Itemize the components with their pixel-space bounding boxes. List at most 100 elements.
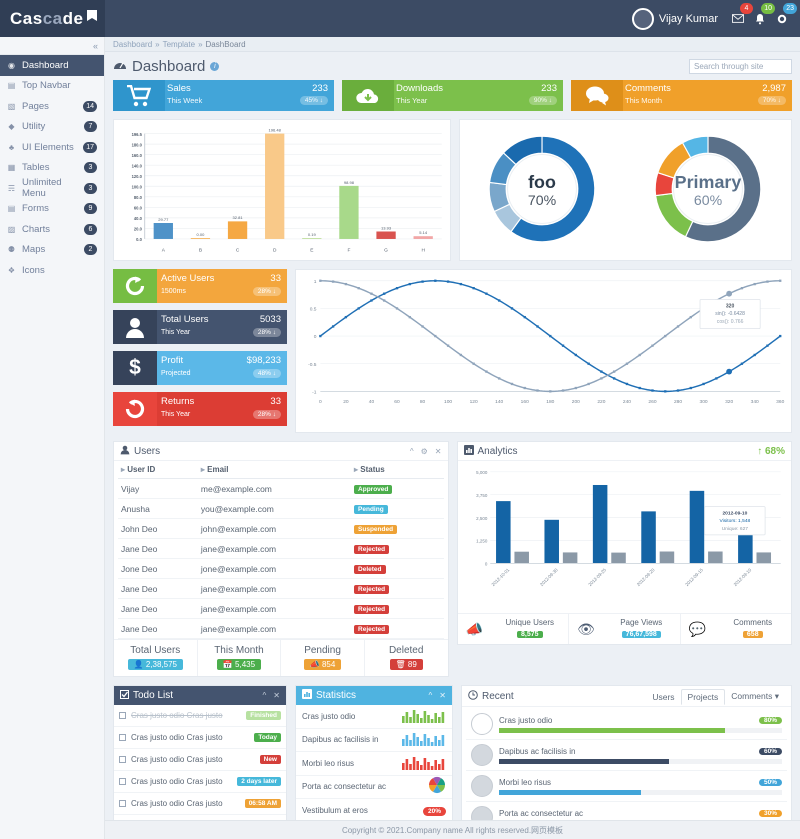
users-stat-total-users[interactable]: Total Users 👤 2,38,575: [114, 640, 198, 677]
close-icon[interactable]: ✕: [273, 691, 280, 700]
bell-icon[interactable]: 10: [749, 3, 775, 29]
breadcrumb-item-template[interactable]: Template: [163, 40, 195, 49]
table-row[interactable]: John Deo john@example.com Suspended: [118, 518, 444, 540]
comment-icon: 💬: [688, 620, 707, 637]
todo-checkbox[interactable]: [119, 712, 126, 720]
recent-item-label: Cras justo odio: [499, 715, 553, 725]
sidebar-item-tables[interactable]: ▦ Tables 3: [0, 158, 104, 179]
analytics-stat-comments[interactable]: 💬 Comments 658: [681, 614, 792, 644]
small-box-sales[interactable]: Sales 233 This Week 45% ↓: [113, 80, 334, 111]
statistics-item[interactable]: Vestibulum at eros 20%: [296, 799, 452, 820]
todo-item[interactable]: Cras justo odio Cras justo Finished: [114, 705, 286, 728]
todo-item[interactable]: Cras justo odio Cras justo 06:58 AM: [114, 793, 286, 816]
form-icon: ▤: [7, 204, 16, 214]
todo-item[interactable]: Cras justo odio Cras justo 2 days later: [114, 771, 286, 794]
table-row[interactable]: Jone Deo jone@example.com Deleted: [118, 558, 444, 580]
small-box-downloads[interactable]: Downloads 233 This Year 90% ↓: [342, 80, 563, 111]
svg-text:Unique: 627: Unique: 627: [721, 526, 748, 532]
info-box-total-users[interactable]: Total Users 5033 This Year 28% ↓: [113, 310, 287, 345]
cell-status: Rejected: [351, 598, 444, 620]
recent-item-percent: 80%: [758, 716, 782, 724]
search-input[interactable]: Search through site: [689, 58, 792, 74]
analytics-chart[interactable]: 0 1,250 2,500 3,750 5,000 2012-10-01 2012-09-3…: [461, 464, 789, 610]
info-box-active-users[interactable]: Active Users 33 1500ms 28% ↓: [113, 269, 287, 304]
close-icon[interactable]: ✕: [435, 447, 442, 456]
breadcrumb-item-dashboard[interactable]: Dashboard: [113, 40, 152, 49]
sidebar-item-forms[interactable]: ▤ Forms 9: [0, 199, 104, 220]
svg-text:70%: 70%: [528, 192, 557, 208]
collapse-icon[interactable]: ^: [263, 691, 267, 700]
sidebar-item-unlimited-menu[interactable]: ☴ Unlimited Menu 3: [0, 177, 104, 199]
tab-projects[interactable]: Projects: [680, 688, 726, 705]
users-panel: Users ^ ⚙ ✕ ▸ User ID ▸ Email ▸ Status Vij…: [113, 441, 449, 678]
table-col-email[interactable]: ▸ Email: [197, 461, 352, 480]
user-menu[interactable]: Vijay Kumar: [631, 7, 718, 30]
sidebar-item-icons[interactable]: ❖ Icons: [0, 260, 104, 281]
users-table: ▸ User ID ▸ Email ▸ Status Vijay me@example…: [118, 461, 444, 640]
donut-chart-foo[interactable]: foo70%: [476, 123, 608, 255]
brand-logo[interactable]: Cascade: [0, 0, 105, 37]
brand-part-2: ca: [42, 8, 63, 28]
sidebar-item-charts[interactable]: ▨ Charts 6: [0, 219, 104, 240]
recent-item-body: Dapibus ac facilisis in 60%: [499, 747, 782, 764]
list-item[interactable]: Morbi leo risus 50%: [466, 771, 787, 803]
small-box-title: Downloads: [396, 83, 443, 94]
tab-users[interactable]: Users: [646, 690, 680, 704]
statistics-item[interactable]: Porta ac consectetur ac: [296, 776, 452, 800]
close-icon[interactable]: ✕: [439, 691, 446, 700]
table-row[interactable]: Anusha you@example.com Pending: [118, 498, 444, 520]
analytics-stat-unique-users[interactable]: 📣 Unique Users 8,575: [458, 614, 569, 645]
statistics-item[interactable]: Dapibus ac facilisis in: [296, 729, 452, 753]
sidebar-item-maps[interactable]: ⚉ Maps 2: [0, 240, 104, 261]
sidebar-item-dashboard[interactable]: ◉ Dashboard: [0, 55, 104, 76]
statistics-item[interactable]: Morbi leo risus: [296, 752, 452, 776]
list-item[interactable]: Porta ac consectetur ac 30%: [466, 802, 787, 820]
todo-checkbox[interactable]: [119, 778, 126, 786]
list-item[interactable]: Dapibus ac facilisis in 60%: [466, 740, 787, 772]
users-panel-tools: ^ ⚙ ✕: [410, 447, 442, 456]
collapse-icon[interactable]: ^: [410, 447, 414, 456]
gear-icon[interactable]: 23: [771, 3, 797, 29]
info-box-pct: 28% ↓: [252, 328, 281, 338]
tab-comments[interactable]: Comments ▾: [725, 689, 785, 704]
gear-icon[interactable]: ⚙: [421, 447, 428, 456]
table-row[interactable]: Jane Deo jane@example.com Rejected: [118, 598, 444, 620]
users-stat-this-month[interactable]: This Month 📅 5,435: [198, 640, 282, 677]
statistics-item[interactable]: Cras justo odio: [296, 705, 452, 729]
sidebar-item-pages[interactable]: ▧ Pages 14: [0, 96, 104, 117]
users-stat-deleted[interactable]: Deleted 🗑 89: [365, 640, 448, 676]
list-item[interactable]: Cras justo odio 80%: [466, 709, 787, 741]
table-row[interactable]: Jane Deo jane@example.com Rejected: [118, 578, 444, 600]
users-stat-pending[interactable]: Pending 📣 854: [281, 640, 365, 677]
table-col-user-id[interactable]: ▸ User ID: [118, 461, 198, 480]
users-stat-title: Pending: [304, 645, 341, 657]
sin-cos-chart[interactable]: -1 -0.5 0 0.5 1 0 20 40 60 80 100 120 140 160 180 200 22…: [299, 273, 788, 409]
todo-checkbox[interactable]: [119, 756, 126, 764]
column-chart[interactable]: 0.0 20.0 40.0 60.0 80.0 100.0 120.0 140.0 160.0 1…: [116, 124, 448, 258]
table-row[interactable]: Jane Deo jane@example.com Rejected: [118, 618, 444, 640]
svg-text:F: F: [347, 247, 350, 253]
svg-text:E: E: [310, 247, 313, 253]
table-row[interactable]: Jane Deo jane@example.com Rejected: [118, 538, 444, 560]
donut-chart-primary[interactable]: Primary60%: [642, 123, 774, 255]
svg-text:2012-09-10: 2012-09-10: [722, 511, 747, 517]
sidebar-item-utility[interactable]: ◆ Utility 7: [0, 117, 104, 138]
envelope-icon[interactable]: 4: [727, 3, 753, 29]
info-box-returns[interactable]: Returns 33 This Year 28% ↓: [113, 392, 287, 427]
small-box-pct: 45% ↓: [299, 96, 328, 105]
table-row[interactable]: Vijay me@example.com Approved: [118, 478, 444, 500]
analytics-stat-page-views[interactable]: 👁 Page Views 76,67,598: [569, 614, 681, 645]
small-box-comments[interactable]: Comments 2,987 This Month 70% ↓: [571, 80, 792, 111]
sidebar-collapse-button[interactable]: «: [0, 37, 104, 55]
sidebar-item-top-navbar[interactable]: ▤ Top Navbar: [0, 76, 104, 97]
info-icon[interactable]: i: [210, 61, 220, 71]
small-box-value: 233: [541, 83, 557, 94]
collapse-icon[interactable]: ^: [429, 691, 433, 700]
todo-checkbox[interactable]: [119, 734, 126, 742]
info-box-profit[interactable]: $ Profit $98,233 Projected 48% ↓: [113, 351, 287, 386]
todo-item[interactable]: Cras justo odio Cras justo New: [114, 749, 286, 772]
table-col-status[interactable]: ▸ Status: [351, 461, 444, 480]
sidebar-item-ui-elements[interactable]: ♣ UI Elements 17: [0, 137, 104, 158]
todo-item[interactable]: Cras justo odio Cras justo Today: [114, 727, 286, 750]
todo-checkbox[interactable]: [119, 800, 126, 808]
